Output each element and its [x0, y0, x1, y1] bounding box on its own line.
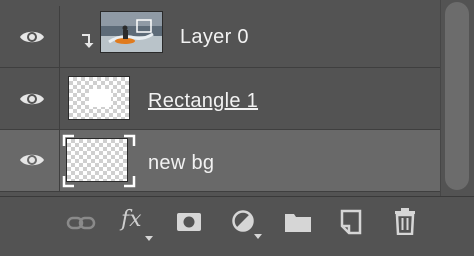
trash-icon	[395, 208, 415, 235]
new-layer-button[interactable]	[339, 209, 369, 239]
layer-row-layer-0[interactable]: Layer 0	[0, 6, 440, 68]
link-layers-icon	[66, 216, 96, 230]
layer-name[interactable]: Rectangle 1	[148, 90, 258, 113]
new-group-button[interactable]	[284, 211, 314, 241]
dropdown-triangle-icon	[254, 234, 262, 239]
selection-corner-brackets	[62, 134, 136, 188]
clipping-mask-arrow-icon	[82, 34, 94, 48]
adjustment-layer-icon	[232, 210, 254, 232]
eye-icon[interactable]	[19, 89, 45, 109]
layer-thumbnail-photo[interactable]	[100, 11, 163, 53]
eye-icon[interactable]	[19, 150, 45, 170]
add-mask-icon	[177, 213, 201, 231]
adjustment-layer-button[interactable]	[232, 210, 262, 240]
layer-row-new-bg[interactable]: new bg	[0, 130, 440, 192]
layers-toolbar: fx	[0, 196, 474, 256]
layer-thumbnail-rectangle[interactable]	[68, 76, 130, 120]
visibility-cell[interactable]	[0, 68, 60, 129]
visibility-cell[interactable]	[0, 6, 60, 67]
delete-layer-button[interactable]	[393, 207, 423, 237]
fx-icon: fx	[121, 207, 142, 232]
dropdown-triangle-icon	[145, 236, 153, 241]
layer-name[interactable]: Layer 0	[180, 26, 249, 49]
new-layer-icon	[340, 209, 362, 235]
layer-name[interactable]: new bg	[148, 152, 214, 175]
photo-thumbnail-image	[101, 12, 162, 52]
layer-style-button[interactable]: fx	[118, 203, 158, 243]
link-layers-button[interactable]	[66, 213, 96, 243]
rectangle-shape-preview	[89, 89, 111, 107]
group-folder-icon	[285, 214, 311, 232]
add-mask-button[interactable]	[176, 212, 206, 242]
layers-panel: Layer 0 Rectangle 1 new bg fx	[0, 0, 474, 256]
visibility-cell[interactable]	[0, 130, 60, 191]
layer-row-rectangle-1[interactable]: Rectangle 1	[0, 68, 440, 130]
eye-icon[interactable]	[19, 27, 45, 47]
scrollbar-thumb[interactable]	[445, 2, 469, 190]
